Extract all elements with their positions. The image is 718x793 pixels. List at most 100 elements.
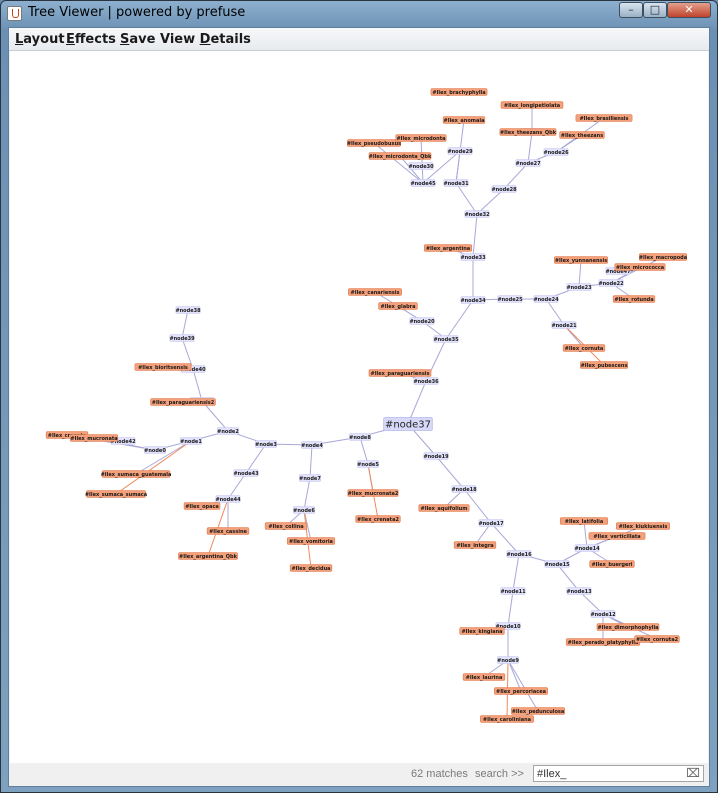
leaf-node[interactable]: #Ilex_rotunda — [612, 295, 656, 303]
internal-node[interactable]: #node44 — [215, 495, 241, 503]
internal-node[interactable]: #node1 — [180, 437, 202, 445]
internal-node[interactable]: #node45 — [410, 179, 436, 187]
internal-node[interactable]: #node17 — [478, 519, 504, 527]
leaf-node[interactable]: #Ilex_pubescens — [579, 361, 629, 369]
leaf-node[interactable]: #Ilex_latifolia — [559, 517, 609, 525]
internal-node[interactable]: #node16 — [506, 550, 532, 558]
leaf-node[interactable]: #Ilex_microdonta_Qbk — [369, 152, 432, 160]
leaf-node[interactable]: #Ilex_perado_platyphylla — [565, 638, 641, 646]
leaf-node[interactable]: #Ilex_macropoda — [639, 253, 687, 261]
leaf-node[interactable]: #Ilex_argentina — [423, 244, 473, 252]
leaf-node[interactable]: #Ilex_percoriacea — [494, 687, 548, 695]
internal-node[interactable]: #node14 — [574, 544, 600, 552]
leaf-node[interactable]: #Ilex_bioritsensis — [134, 363, 192, 371]
minimize-button[interactable]: – — [619, 2, 643, 18]
internal-node[interactable]: #node39 — [169, 334, 195, 342]
leaf-node[interactable]: #Ilex_collina — [264, 522, 308, 530]
search-input[interactable] — [537, 767, 685, 780]
search-box[interactable]: ⌧ — [533, 765, 704, 782]
leaf-node[interactable]: #Ilex_paraguariensis — [368, 369, 432, 377]
internal-node[interactable]: #node20 — [409, 317, 435, 325]
leaf-node[interactable]: #Ilex_laurina — [462, 673, 506, 681]
leaf-node[interactable]: #Ilex_yunnanensis — [554, 256, 608, 264]
leaf-node[interactable]: #Ilex_glabra — [378, 302, 418, 310]
internal-node[interactable]: #node7 — [298, 474, 321, 482]
leaf-node[interactable]: #Ilex_mucronata2 — [347, 489, 399, 497]
leaf-node[interactable]: #Ilex_decidua — [289, 564, 333, 572]
internal-node[interactable]: #node25 — [497, 295, 523, 303]
close-button[interactable]: ✕ — [667, 2, 711, 18]
tree-canvas[interactable]: #node37 #node36 #node35 #node34 #node33 #node… — [10, 51, 708, 763]
internal-node[interactable]: #node15 — [544, 560, 570, 568]
leaf-node[interactable]: #Ilex_paraguariensis2 — [150, 398, 216, 406]
internal-node[interactable]: #node38 — [175, 306, 201, 314]
leaf-node[interactable]: #Ilex_sumaca_sumaca — [85, 490, 147, 498]
internal-node[interactable]: #node4 — [300, 441, 323, 449]
internal-node[interactable]: #node3 — [255, 440, 277, 448]
leaf-node[interactable]: #Ilex_microdonta — [395, 134, 447, 142]
internal-node[interactable]: #node29 — [447, 147, 473, 155]
internal-node[interactable]: #node43 — [233, 469, 259, 477]
internal-node[interactable]: #node33 — [460, 253, 486, 261]
focus-node[interactable]: #node37 — [383, 417, 433, 431]
menu-view-details[interactable]: View Details — [160, 32, 251, 47]
menu-layout[interactable]: Layout — [15, 32, 65, 47]
internal-node[interactable]: #node9 — [496, 656, 519, 664]
internal-node[interactable]: #node6 — [292, 506, 315, 514]
leaf-node[interactable]: #Ilex_kingiana — [459, 627, 505, 635]
tree-graph[interactable]: #node37 #node36 #node35 #node34 #node33 #node… — [10, 51, 708, 763]
internal-node[interactable]: #node31 — [443, 179, 469, 187]
leaf-node[interactable]: #Ilex_buergeri — [589, 560, 635, 568]
clear-icon[interactable]: ⌧ — [686, 767, 700, 780]
leaf-node[interactable]: #Ilex_theezans_Qbk — [499, 128, 557, 136]
leaf-node[interactable]: #Ilex_crenata2 — [355, 515, 401, 523]
leaf-node[interactable]: #Ilex_pedunculosa — [511, 707, 565, 715]
leaf-node[interactable]: #Ilex_longipetiolata — [500, 101, 564, 109]
leaf-node[interactable]: #Ilex_pseudobuxus — [347, 139, 401, 147]
internal-node[interactable]: #node28 — [491, 185, 517, 193]
leaf-node[interactable]: #Ilex_argentina_Qbk — [178, 552, 238, 560]
menu-effects[interactable]: Effects — [66, 32, 116, 47]
internal-node[interactable]: #node27 — [515, 159, 541, 167]
leaf-node[interactable]: #Ilex_integra — [453, 541, 497, 549]
internal-node[interactable]: #node32 — [464, 210, 490, 218]
leaf-node[interactable]: #Ilex_sumaca_guatemala — [101, 470, 172, 478]
internal-node[interactable]: #node23 — [566, 283, 592, 291]
internal-node[interactable]: #node11 — [500, 587, 526, 595]
internal-node[interactable]: #node36 — [413, 377, 439, 385]
internal-node[interactable]: #node2 — [217, 427, 239, 435]
menu-save[interactable]: Save — [120, 32, 155, 47]
leaf-node[interactable]: #Ilex_mucronata — [69, 434, 119, 442]
leaf-node[interactable]: #Ilex_kiukiuensis — [616, 522, 670, 530]
leaf-node[interactable]: #Ilex_dimorphophylla — [596, 623, 660, 631]
maximize-button[interactable]: □ — [643, 2, 667, 18]
internal-node[interactable]: #node5 — [356, 460, 379, 468]
leaf-node[interactable]: #Ilex_caroliniana — [480, 715, 534, 723]
leaf-node[interactable]: #Ilex_micrococca — [614, 263, 666, 271]
leaf-node[interactable]: #Ilex_cornuta2 — [634, 635, 680, 643]
leaf-node[interactable]: #Ilex_theezans — [559, 131, 605, 139]
title-bar[interactable]: Tree Viewer | powered by prefuse – □ ✕ — [1, 1, 717, 26]
internal-node[interactable]: #node18 — [451, 485, 477, 493]
internal-node[interactable]: #node30 — [408, 162, 434, 170]
internal-node[interactable]: #node24 — [533, 295, 559, 303]
leaf-node[interactable]: #Ilex_verticillata — [588, 532, 646, 540]
internal-node[interactable]: #node26 — [543, 148, 569, 156]
internal-node[interactable]: #node13 — [566, 587, 592, 595]
leaf-node[interactable]: #Ilex_brachyphylla — [430, 88, 488, 96]
leaf-node[interactable]: #Ilex_aquifolium — [418, 504, 470, 512]
leaf-node[interactable]: #Ilex_anomala — [442, 116, 486, 124]
leaf-node[interactable]: #Ilex_cornuta — [562, 344, 606, 352]
leaf-node[interactable]: #Ilex_vomitoria — [286, 537, 336, 545]
leaf-node[interactable]: #Ilex_brasiliensis — [575, 114, 633, 122]
internal-node[interactable]: #node12 — [590, 610, 616, 618]
internal-node[interactable]: #node22 — [598, 279, 624, 287]
internal-node[interactable]: #node0 — [144, 446, 166, 454]
internal-node[interactable]: #node21 — [551, 321, 577, 329]
internal-node[interactable]: #node35 — [433, 335, 459, 343]
leaf-node[interactable]: #Ilex_canariensis — [348, 288, 402, 296]
leaf-node[interactable]: #Ilex_cassine — [206, 527, 250, 535]
internal-node[interactable]: #node8 — [348, 433, 371, 441]
internal-node[interactable]: #node19 — [423, 452, 449, 460]
internal-node[interactable]: #node34 — [460, 296, 486, 304]
